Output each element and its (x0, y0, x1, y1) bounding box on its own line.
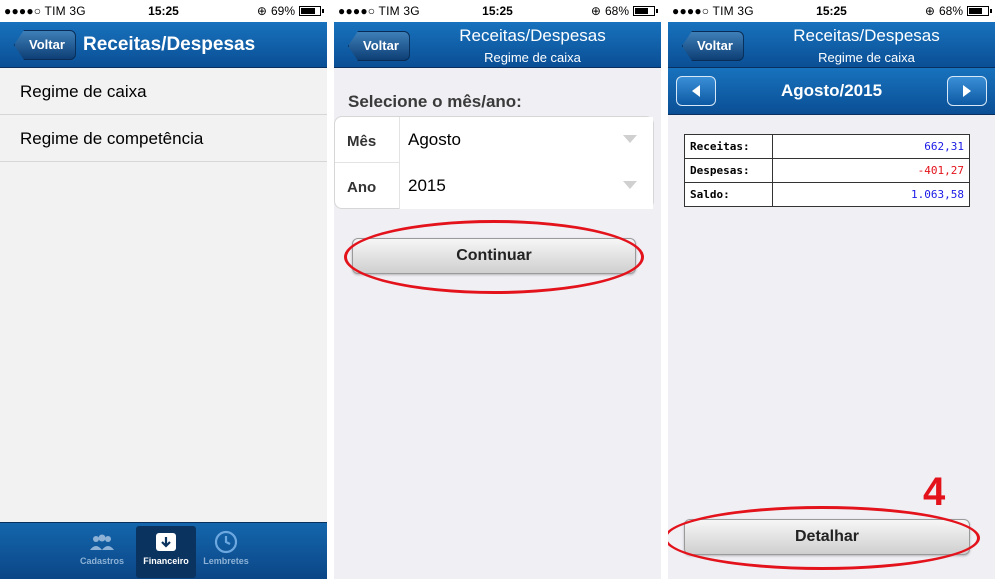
step-number-annotation: 4 (923, 470, 946, 514)
tab-lembretes[interactable]: Lembretes (196, 526, 256, 578)
clock-icon (196, 526, 256, 556)
back-button[interactable]: Voltar (14, 30, 76, 60)
month-label: Agosto/2015 (780, 81, 883, 100)
menu-item-regime-competencia[interactable]: Regime de competência (0, 116, 327, 162)
page-title: Receitas/Despesas (459, 26, 606, 45)
month-field: Mês Agosto (335, 117, 653, 163)
back-button[interactable]: Voltar (682, 31, 744, 61)
battery-icon (967, 6, 992, 16)
battery-icon (633, 6, 658, 16)
tab-financeiro[interactable]: Financeiro (136, 526, 196, 578)
row-label: Receitas: (684, 134, 773, 159)
month-select[interactable]: Agosto (399, 117, 653, 163)
clock: 15:25 (482, 4, 513, 18)
next-month-button[interactable] (947, 76, 987, 106)
detail-button[interactable]: Detalhar (684, 519, 970, 555)
month-navigator: Agosto/2015 (668, 68, 995, 115)
carrier-label: ●●●●○ TIM 3G (672, 4, 754, 18)
rotation-lock-icon: ⊕ (590, 4, 601, 18)
summary-table: Receitas: 662,31 Despesas: -401,27 Saldo… (684, 134, 970, 207)
rotation-lock-icon: ⊕ (924, 4, 935, 18)
rotation-lock-icon: ⊕ (256, 4, 267, 18)
status-bar: ●●●●○ TIM 3G 15:25 ⊕ 68% (668, 0, 995, 22)
carrier-label: ●●●●○ TIM 3G (338, 4, 420, 18)
menu-item-regime-caixa[interactable]: Regime de caixa (0, 69, 327, 115)
nav-bar: Voltar Receitas/Despesas Regime de caixa (668, 22, 995, 68)
status-bar: ●●●●○ TIM 3G 15:25 ⊕ 68% (334, 0, 661, 22)
page-title: Receitas/Despesas (793, 26, 940, 45)
table-row: Receitas: 662,31 (684, 134, 970, 159)
tab-bar: Cadastros Financeiro Lembretes (0, 522, 327, 579)
tab-label: Lembretes (203, 556, 249, 566)
clock: 15:25 (816, 4, 847, 18)
nav-bar: Voltar Receitas/Despesas (0, 22, 327, 68)
tab-label: Financeiro (143, 556, 189, 566)
field-label: Mês (347, 133, 377, 150)
row-value: 662,31 (772, 134, 970, 159)
tab-cadastros[interactable]: Cadastros (72, 526, 132, 578)
row-value: 1.063,58 (772, 182, 970, 207)
battery-percent: 68% (604, 4, 629, 18)
page-title: Receitas/Despesas (83, 34, 256, 55)
carrier-label: ●●●●○ TIM 3G (4, 4, 86, 18)
page-subtitle: Regime de caixa (484, 50, 581, 65)
back-button[interactable]: Voltar (348, 31, 410, 61)
table-row: Despesas: -401,27 (684, 158, 970, 183)
page-subtitle: Regime de caixa (818, 50, 915, 65)
year-field: Ano 2015 (335, 163, 653, 209)
battery-percent: 69% (270, 4, 295, 18)
screen-select-month: ●●●●○ TIM 3G 15:25 ⊕ 68% Voltar Receitas… (334, 0, 661, 579)
form-fields: Mês Agosto Ano 2015 (334, 116, 654, 209)
battery-icon (299, 6, 324, 16)
tab-label: Cadastros (79, 556, 124, 566)
continue-button[interactable]: Continuar (352, 238, 636, 274)
screen-report: ●●●●○ TIM 3G 15:25 ⊕ 68% Voltar Receitas… (668, 0, 995, 579)
battery-percent: 68% (938, 4, 963, 18)
table-row: Saldo: 1.063,58 (684, 182, 970, 207)
row-value: -401,27 (772, 158, 970, 183)
select-prompt: Selecione o mês/ano: (348, 92, 522, 111)
screen-menu: ●●●●○ TIM 3G 15:25 ⊕ 69% Voltar Receitas… (0, 0, 327, 579)
year-select[interactable]: 2015 (399, 163, 653, 209)
arrow-right-icon (963, 85, 971, 97)
clock: 15:25 (148, 4, 179, 18)
inbox-download-icon (136, 526, 196, 556)
nav-bar: Voltar Receitas/Despesas Regime de caixa (334, 22, 661, 68)
field-label: Ano (347, 179, 377, 196)
chevron-down-icon (623, 135, 637, 143)
chevron-down-icon (623, 181, 637, 189)
status-bar: ●●●●○ TIM 3G 15:25 ⊕ 69% (0, 0, 327, 22)
people-icon (72, 526, 132, 556)
row-label: Despesas: (684, 158, 773, 183)
row-label: Saldo: (684, 182, 773, 207)
